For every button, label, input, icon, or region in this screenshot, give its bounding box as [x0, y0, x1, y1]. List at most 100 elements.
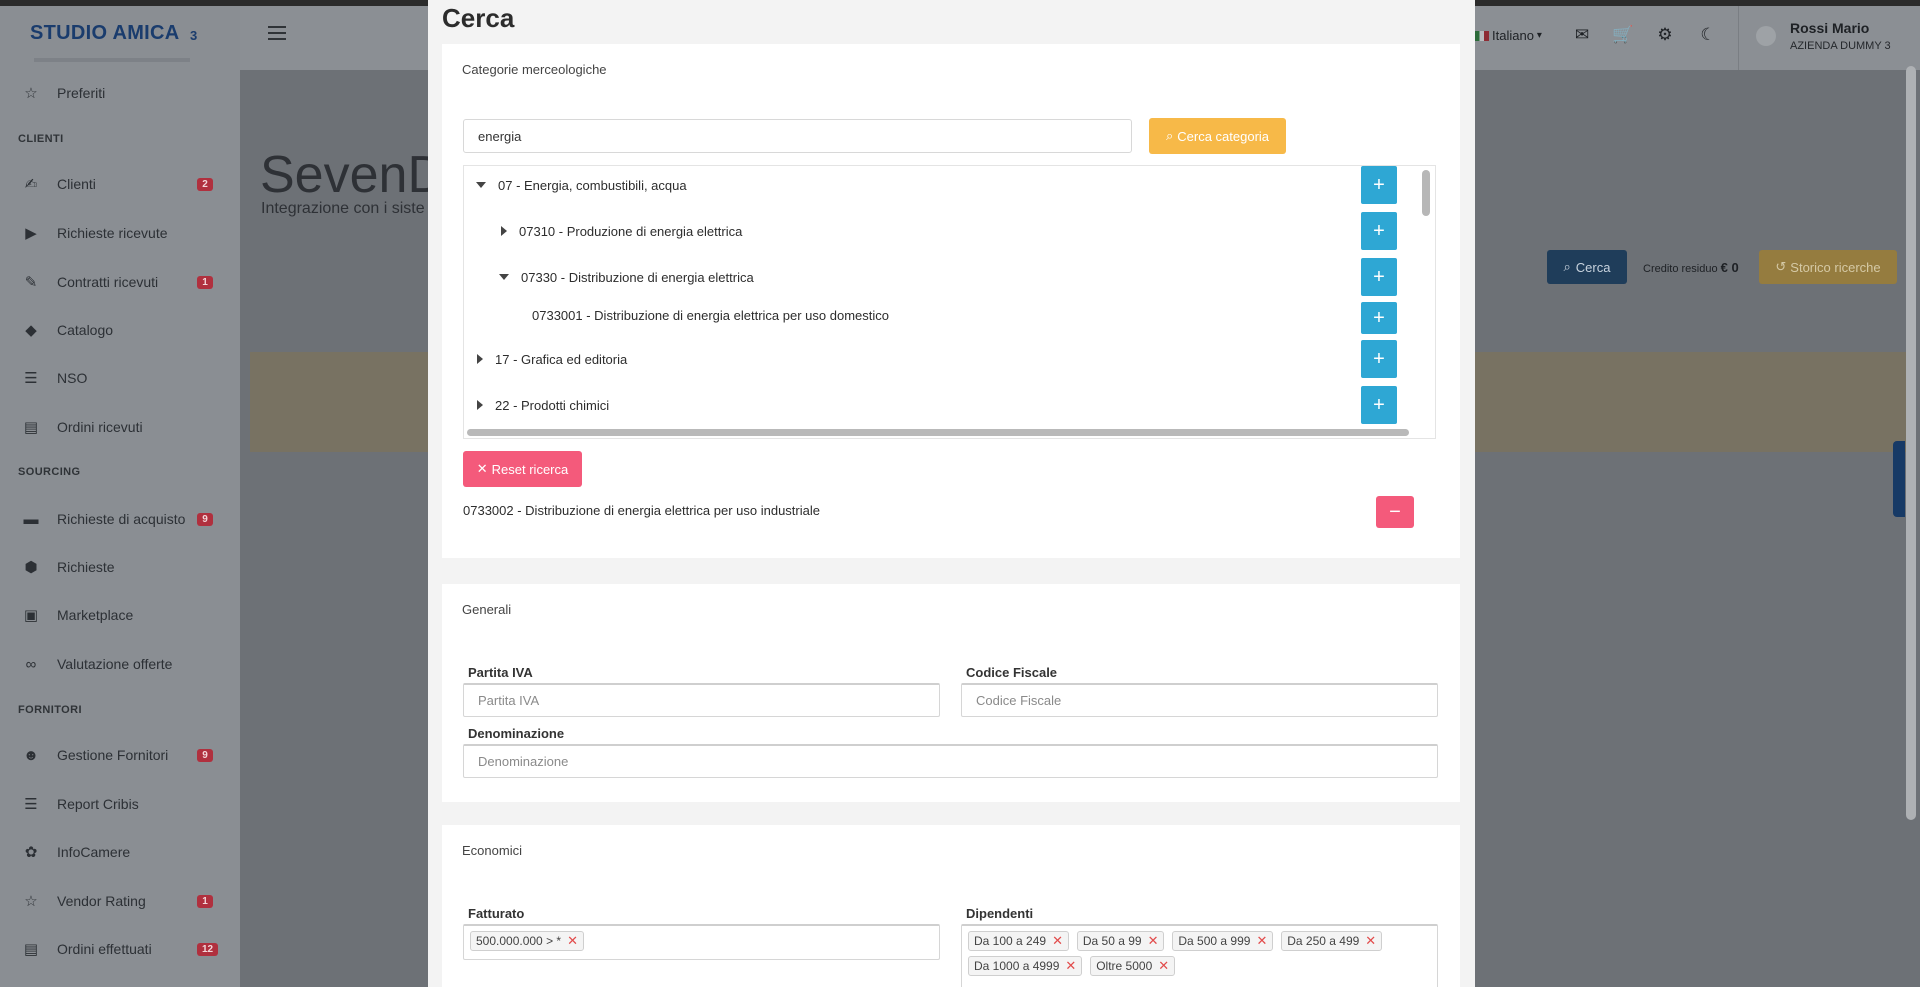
partita-iva-input[interactable] [463, 683, 940, 717]
sidebar-item-marketplace[interactable]: ▣ Marketplace [22, 600, 222, 630]
add-category-button[interactable]: + [1361, 166, 1397, 204]
remove-tag-icon[interactable]: ✕ [1158, 958, 1169, 974]
receipt-icon: ▤ [23, 419, 39, 436]
sidebar-item-preferiti[interactable]: ☆ Preferiti [22, 78, 222, 108]
remove-tag-icon[interactable]: ✕ [1365, 933, 1376, 949]
tree-horizontal-scrollbar[interactable] [467, 429, 1409, 436]
add-category-button[interactable]: + [1361, 386, 1397, 424]
side-drawer-tab[interactable] [1893, 441, 1905, 517]
add-category-button[interactable]: + [1361, 212, 1397, 250]
sidebar-item-contratti-ricevuti[interactable]: ✎ Contratti ricevuti 1 [22, 267, 222, 297]
sidebar-item-catalogo[interactable]: ◆ Catalogo [22, 315, 222, 345]
fatturato-tag-input[interactable]: 500.000.000 > * ✕ [463, 924, 940, 960]
cart-icon[interactable]: 🛒 [1612, 24, 1634, 46]
tree-node[interactable]: 07310 - Produzione di energia elettrica [501, 212, 742, 250]
cerca-categoria-button[interactable]: ⌕ Cerca categoria [1149, 118, 1286, 154]
storico-ricerche-button[interactable]: ↺ Storico ricerche [1759, 250, 1897, 284]
card-icon: ▬ [23, 510, 39, 528]
sidebar-item-report-cribis[interactable]: ☰ Report Cribis [22, 789, 222, 819]
remove-tag-icon[interactable]: ✕ [1148, 933, 1159, 949]
add-category-button[interactable]: + [1361, 302, 1397, 334]
credit-label: Credito residuo [1643, 263, 1718, 275]
sidebar-section-fornitori: FORNITORI [18, 704, 82, 716]
storico-label: Storico ricerche [1790, 259, 1881, 275]
remove-tag-icon[interactable]: ✕ [1065, 958, 1076, 974]
remove-tag-icon[interactable]: ✕ [1256, 933, 1267, 949]
codice-fiscale-input[interactable] [961, 683, 1438, 717]
contract-icon: ✎ [24, 274, 38, 291]
mail-icon[interactable]: ✉ [1571, 24, 1593, 46]
sidebar-item-label: Richieste di acquisto [57, 511, 186, 527]
sidebar-item-infocamere[interactable]: ✿ InfoCamere [22, 837, 222, 867]
tree-node-label: 07 - Energia, combustibili, acqua [498, 177, 687, 193]
cerca-categoria-label: Cerca categoria [1177, 128, 1270, 144]
tag-label: Da 500 a 999 [1178, 934, 1251, 948]
brand-number: 3 [190, 28, 198, 43]
caret-down-icon[interactable] [476, 182, 486, 188]
sidebar-item-nso[interactable]: ☰ NSO [22, 363, 222, 393]
category-search-input[interactable] [463, 119, 1132, 153]
tree-node[interactable]: 22 - Prodotti chimici [477, 386, 609, 424]
brand-name[interactable]: STUDIO AMICA [30, 22, 180, 45]
tree-node[interactable]: 07 - Energia, combustibili, acqua [476, 166, 687, 204]
history-icon: ↺ [1775, 259, 1787, 274]
reset-ricerca-button[interactable]: ✕ Reset ricerca [463, 451, 582, 487]
page-scrollbar[interactable] [1906, 66, 1916, 820]
tree-vertical-scrollbar[interactable] [1422, 170, 1430, 216]
avatar[interactable] [1756, 26, 1776, 46]
search-button[interactable]: ⌕ Cerca [1547, 250, 1627, 284]
sidebar-item-ordini-effettuati[interactable]: ▤ Ordini effettuati 12 [22, 934, 222, 964]
dipendenti-tag: Da 1000 a 4999 ✕ [968, 956, 1083, 976]
fatturato-label: Fatturato [468, 906, 525, 921]
sidebar-item-richieste-di-acquisto[interactable]: ▬ Richieste di acquisto 9 [22, 504, 222, 534]
tree-node-label: 22 - Prodotti chimici [495, 397, 610, 413]
tags-icon: ◆ [25, 322, 37, 339]
glasses-icon: ∞ [25, 655, 37, 673]
sidebar-item-richieste[interactable]: ⬢ Richieste [22, 552, 222, 582]
tree-node-label: 17 - Grafica ed editoria [495, 351, 628, 367]
sidebar-item-label: Preferiti [57, 85, 106, 101]
chevron-down-icon: ▾ [1536, 30, 1542, 41]
menu-toggle-icon[interactable] [268, 26, 286, 40]
shopping-bag-icon: ▣ [23, 607, 39, 624]
tree-node[interactable]: 07330 - Distribuzione di energia elettri… [499, 258, 754, 296]
caret-right-icon[interactable] [501, 226, 507, 236]
tree-node[interactable]: 17 - Grafica ed editoria [477, 340, 627, 378]
sidebar-item-label: NSO [57, 370, 88, 386]
page-subtitle: Integrazione con i siste [261, 200, 425, 217]
sidebar-item-label: Marketplace [57, 607, 134, 623]
brand-underline [34, 58, 190, 62]
language-label: Italiano [1492, 28, 1534, 43]
sidebar-item-clienti[interactable]: ✍ Clienti 2 [22, 169, 222, 199]
sidebar-item-label: Report Cribis [57, 796, 139, 812]
caret-down-icon[interactable] [499, 274, 509, 280]
sidebar-item-valutazione-offerte[interactable]: ∞ Valutazione offerte [22, 649, 222, 679]
sidebar-item-gestione-fornitori[interactable]: ☻ Gestione Fornitori 9 [22, 740, 222, 770]
remove-category-button[interactable]: − [1376, 496, 1414, 528]
page-title: SevenD [260, 146, 445, 204]
tree-node-label: 07330 - Distribuzione di energia elettri… [521, 269, 754, 285]
add-category-button[interactable]: + [1361, 340, 1397, 378]
remove-tag-icon[interactable]: ✕ [567, 933, 578, 949]
italy-flag-icon [1475, 30, 1489, 41]
star-icon: ☆ [24, 893, 38, 910]
sidebar-item-richieste-ricevute[interactable]: ▶ Richieste ricevute [22, 218, 222, 248]
receipt-icon: ▤ [23, 941, 39, 958]
caret-right-icon[interactable] [477, 400, 483, 410]
denominazione-input[interactable] [463, 744, 1438, 778]
reset-label: Reset ricerca [491, 461, 569, 477]
caret-right-icon[interactable] [477, 354, 483, 364]
language-selector[interactable]: Italiano ▾ [1475, 28, 1542, 43]
remove-tag-icon[interactable]: ✕ [1052, 933, 1063, 949]
add-category-button[interactable]: + [1361, 258, 1397, 296]
dipendenti-tag: Da 100 a 249 ✕ [968, 931, 1069, 951]
sidebar-item-label: Ordini effettuati [57, 941, 152, 957]
sidebar-item-vendor-rating[interactable]: ☆ Vendor Rating 1 [22, 886, 222, 916]
dipendenti-tag-input[interactable]: Da 100 a 249 ✕ Da 50 a 99 ✕ Da 500 a 999 ✕ … [961, 924, 1438, 987]
tree-node[interactable]: 0733001 - Distribuzione di energia elett… [532, 299, 889, 331]
moon-icon[interactable]: ☾ [1697, 24, 1719, 46]
sidebar-item-ordini-ricevuti[interactable]: ▤ Ordini ricevuti [22, 412, 222, 442]
tag-label: Da 100 a 249 [974, 934, 1047, 948]
settings-icon[interactable]: ⚙ [1654, 24, 1676, 46]
user-name[interactable]: Rossi Mario [1790, 20, 1869, 36]
